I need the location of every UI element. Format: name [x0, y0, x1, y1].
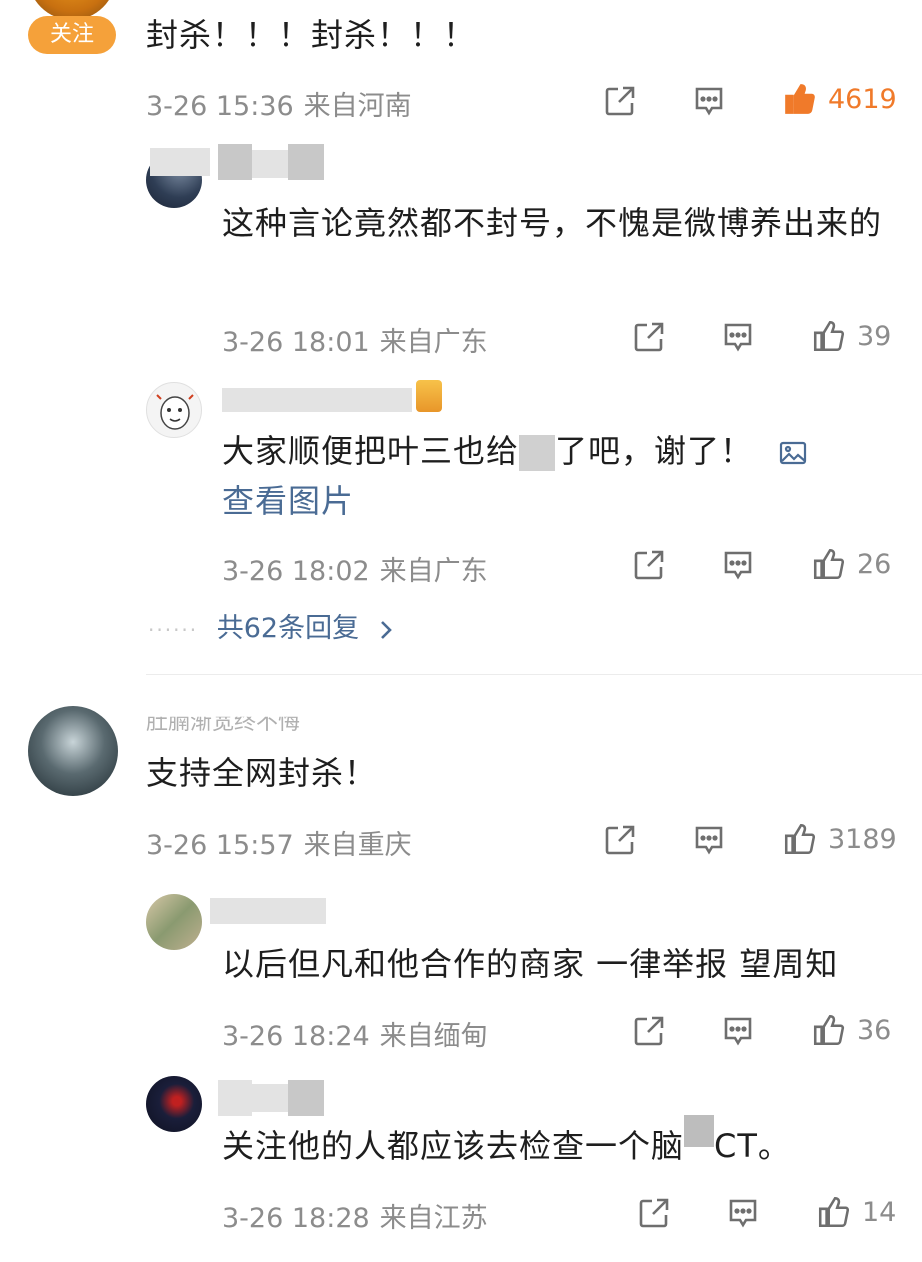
comment-text: 封杀！！！封杀！！！	[146, 16, 477, 54]
text-mask	[519, 435, 556, 471]
reply-meta: 3-26 18:02 来自广东	[222, 549, 488, 588]
like-button[interactable]: 4619	[782, 81, 897, 117]
share-button[interactable]	[603, 823, 637, 857]
username[interactable]: 肚腩渐宽终不悔	[146, 717, 300, 736]
like-icon	[785, 84, 815, 114]
like-icon	[813, 1014, 845, 1046]
reply-text: 以后但凡和他合作的商家 一律举报 望周知	[222, 945, 839, 983]
like-icon	[813, 548, 845, 580]
avatar[interactable]	[28, 706, 118, 796]
chevron-right-icon	[380, 620, 392, 639]
reply-meta: 3-26 18:01 来自广东	[222, 320, 488, 359]
comment-meta: 3-26 15:57 来自重庆	[146, 823, 412, 862]
more-replies-link[interactable]: ······ 共62条回复	[148, 606, 396, 645]
comment-location: 来自重庆	[303, 830, 412, 861]
like-count: 39	[857, 320, 892, 352]
view-image-link[interactable]: 查看图片	[222, 482, 354, 520]
reply-text: 关注他的人都应该去检查一个脑 CT。	[222, 1115, 791, 1171]
share-button[interactable]	[603, 84, 637, 118]
share-icon	[639, 1198, 669, 1228]
like-button[interactable]: 26	[811, 546, 891, 582]
like-count: 4619	[828, 83, 897, 115]
comment-text: 支持全网封杀！	[146, 754, 378, 792]
share-button[interactable]	[632, 320, 666, 354]
like-button[interactable]: 3189	[782, 821, 897, 857]
reply-location: 来自江苏	[379, 1203, 488, 1234]
divider	[146, 674, 922, 675]
like-icon	[784, 823, 816, 855]
comment-button[interactable]	[721, 548, 755, 582]
reply-meta: 3-26 18:28 来自江苏	[222, 1196, 488, 1235]
username-mask	[210, 898, 326, 924]
reply-time: 3-26 18:24	[222, 1021, 370, 1052]
reply-text: 大家顺便把叶三也给 了吧，谢了！ 查看图片	[222, 426, 902, 526]
share-icon	[634, 322, 664, 352]
vip-badge-icon	[416, 380, 442, 412]
share-button[interactable]	[632, 1014, 666, 1048]
username-mask	[288, 144, 324, 180]
comment-location: 来自河南	[303, 91, 412, 122]
reply-location: 来自缅甸	[379, 1021, 488, 1052]
share-icon	[634, 1016, 664, 1046]
like-count: 3189	[828, 823, 897, 855]
username-mask	[252, 150, 288, 178]
comment-icon	[724, 323, 752, 352]
comment-meta: 3-26 15:36 来自河南	[146, 84, 412, 123]
reply-time: 3-26 18:28	[222, 1203, 370, 1234]
comment-icon	[724, 1017, 752, 1046]
like-count: 36	[857, 1014, 892, 1046]
dots: ······	[148, 618, 199, 642]
username-mask	[218, 144, 252, 180]
like-button[interactable]: 36	[811, 1012, 891, 1048]
share-icon	[605, 825, 635, 855]
comment-button[interactable]	[692, 823, 726, 857]
like-icon	[813, 320, 845, 352]
like-count: 14	[862, 1196, 897, 1228]
like-button[interactable]: 39	[811, 318, 891, 354]
comment-time: 3-26 15:36	[146, 91, 294, 122]
text-mask	[684, 1115, 715, 1147]
comment-icon	[695, 87, 723, 116]
comment-button[interactable]	[721, 320, 755, 354]
comment-time: 3-26 15:57	[146, 830, 294, 861]
reply-meta: 3-26 18:24 来自缅甸	[222, 1014, 488, 1053]
follow-button[interactable]: 关注	[28, 16, 116, 54]
username-mask	[288, 1080, 324, 1116]
comment-button[interactable]	[721, 1014, 755, 1048]
comment-button[interactable]	[726, 1196, 760, 1230]
image-icon[interactable]	[778, 438, 808, 468]
reply-location: 来自广东	[379, 556, 488, 587]
more-replies-label: 共62条回复	[216, 613, 360, 644]
username-mask	[252, 1084, 288, 1112]
reply-location: 来自广东	[379, 327, 488, 358]
share-button[interactable]	[632, 548, 666, 582]
comment-icon	[695, 826, 723, 855]
reply-time: 3-26 18:01	[222, 327, 370, 358]
avatar[interactable]	[146, 1076, 202, 1132]
like-button[interactable]: 14	[816, 1194, 896, 1230]
comment-icon	[729, 1199, 757, 1228]
share-icon	[634, 550, 664, 580]
share-button[interactable]	[637, 1196, 671, 1230]
comment-icon	[724, 551, 752, 580]
avatar[interactable]	[146, 382, 202, 438]
username-mask	[218, 1080, 252, 1116]
avatar[interactable]	[146, 894, 202, 950]
reply-text: 这种言论竟然都不封号，不愧是微博养出来的	[222, 204, 883, 242]
avatar-illustration	[156, 394, 194, 430]
like-icon	[818, 1196, 850, 1228]
share-icon	[605, 86, 635, 116]
username-mask	[222, 388, 412, 412]
username-mask	[150, 148, 210, 176]
reply-time: 3-26 18:02	[222, 556, 370, 587]
comment-button[interactable]	[692, 84, 726, 118]
like-count: 26	[857, 548, 892, 580]
